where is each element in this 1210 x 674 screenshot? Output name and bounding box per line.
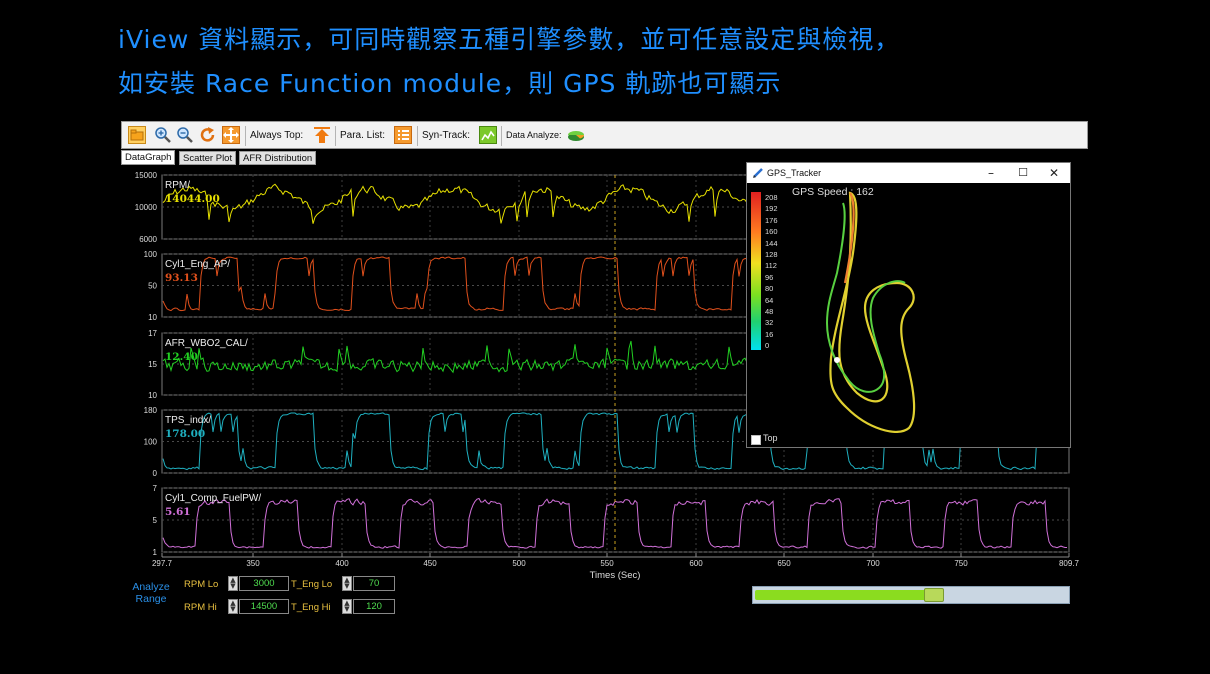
toolbar-separator (245, 126, 246, 146)
tab-scatter-plot[interactable]: Scatter Plot (179, 151, 237, 165)
rpm-lo-spinner[interactable]: ▲ ▼ (228, 576, 238, 591)
y-tick-label: 100 (144, 438, 158, 447)
rpm-hi-label: RPM Hi (184, 602, 217, 613)
y-tick-label: 1 (153, 548, 158, 557)
para-list-label: Para. List: (340, 130, 386, 141)
gps-window-title: GPS_Tracker (767, 168, 822, 178)
gps-titlebar[interactable]: GPS_Tracker – ☐ ✕ (747, 163, 1070, 183)
syn-track-label: Syn-Track: (422, 130, 470, 141)
toolbar-separator (501, 126, 502, 146)
x-tick-label: 550 (600, 559, 614, 568)
channel-value: 14044.00 (165, 193, 220, 205)
time-scrollbar[interactable] (752, 586, 1070, 604)
channel-name: TPS_indx/ (165, 415, 211, 426)
channel-value: 5.61 (165, 506, 191, 518)
toolbar-separator (335, 126, 336, 146)
maximize-icon[interactable]: ☐ (1015, 165, 1031, 181)
y-tick-label: 10 (148, 313, 157, 322)
y-tick-label: 15000 (135, 171, 158, 180)
teng-hi-label: T_Eng Hi (291, 602, 331, 613)
syn-track-icon[interactable] (479, 126, 497, 144)
open-folder-icon[interactable] (128, 126, 146, 144)
move-icon[interactable] (222, 126, 240, 144)
zoom-out-icon[interactable] (176, 126, 194, 144)
x-tick-label: 650 (777, 559, 791, 568)
refresh-icon[interactable] (199, 126, 217, 144)
y-tick-label: 17 (148, 329, 157, 338)
caption-line-1: iView 資料顯示，可同時觀察五種引擎參數，並可任意設定與檢視， (118, 25, 901, 54)
y-tick-label: 10000 (135, 203, 158, 212)
x-tick-label: 450 (423, 559, 437, 568)
current-position-marker (834, 357, 840, 363)
toolbar-separator (417, 126, 418, 146)
channel-value: 178.00 (165, 428, 205, 440)
zoom-in-icon[interactable] (154, 126, 172, 144)
pencil-icon (753, 168, 763, 178)
top-checkbox-label: Top (763, 433, 778, 443)
y-tick-label: 100 (144, 250, 158, 259)
toolbar: Always Top: Para. List: Syn-Track: Data … (121, 121, 1088, 149)
gps-track-map (825, 191, 916, 433)
x-tick-label: 809.7 (1059, 559, 1080, 568)
y-tick-label: 15 (148, 360, 157, 369)
y-tick-label: 5 (153, 516, 158, 525)
y-tick-label: 50 (148, 282, 157, 291)
caption-line-2: 如安裝 Race Function module，則 GPS 軌跡也可顯示 (118, 69, 782, 98)
data-analyze-label: Data Analyze: (506, 130, 562, 140)
top-checkbox[interactable] (751, 435, 761, 445)
channel-value: 12.40 (165, 351, 198, 363)
minimize-icon[interactable]: – (983, 165, 999, 181)
x-tick-label: 500 (512, 559, 526, 568)
x-tick-label: 297.7 (152, 559, 173, 568)
x-tick-label: 750 (954, 559, 968, 568)
gps-tracker-window[interactable]: GPS_Tracker – ☐ ✕ GPS Speed : 162 208 192… (746, 162, 1071, 448)
teng-hi-input[interactable]: 120 (353, 599, 395, 614)
rpm-hi-input[interactable]: 14500 (239, 599, 289, 614)
y-tick-label: 0 (153, 469, 158, 478)
channel-name: AFR_WBO2_CAL/ (165, 338, 248, 349)
tab-afr-distribution[interactable]: AFR Distribution (239, 151, 317, 165)
y-tick-label: 180 (144, 406, 158, 415)
track-inner-loop (825, 202, 906, 393)
data-analyze-icon[interactable] (566, 126, 585, 144)
analyze-range-title: Analyze Range (132, 581, 170, 605)
channel-name: Cyl1_Eng_AP/ (165, 259, 230, 270)
teng-lo-label: T_Eng Lo (291, 579, 333, 590)
time-scrollbar-fill (755, 590, 936, 600)
para-list-icon[interactable] (394, 126, 412, 144)
teng-hi-spinner[interactable]: ▲ ▼ (342, 599, 352, 614)
rpm-lo-input[interactable]: 3000 (239, 576, 289, 591)
y-tick-label: 6000 (139, 235, 157, 244)
close-icon[interactable]: ✕ (1046, 165, 1062, 181)
always-top-label: Always Top: (250, 130, 304, 141)
x-tick-label: 350 (246, 559, 260, 568)
track-outer-loop (829, 191, 916, 433)
tab-datagraph[interactable]: DataGraph (121, 150, 176, 165)
channel-name: RPM/ (165, 180, 190, 191)
time-scrollbar-thumb[interactable] (923, 588, 944, 602)
rpm-lo-label: RPM Lo (184, 579, 219, 590)
x-tick-label: 700 (866, 559, 880, 568)
channel-name: Cyl1_Comp_FuelPW/ (165, 493, 261, 504)
rpm-hi-spinner[interactable]: ▲ ▼ (228, 599, 238, 614)
teng-lo-input[interactable]: 70 (353, 576, 395, 591)
x-tick-label: 600 (689, 559, 703, 568)
channel-value: 93.13 (165, 272, 198, 284)
teng-lo-spinner[interactable]: ▲ ▼ (342, 576, 352, 591)
x-tick-label: 400 (335, 559, 349, 568)
y-tick-label: 7 (153, 484, 158, 493)
always-top-arrow-icon[interactable] (313, 126, 331, 144)
y-tick-label: 10 (148, 391, 157, 400)
